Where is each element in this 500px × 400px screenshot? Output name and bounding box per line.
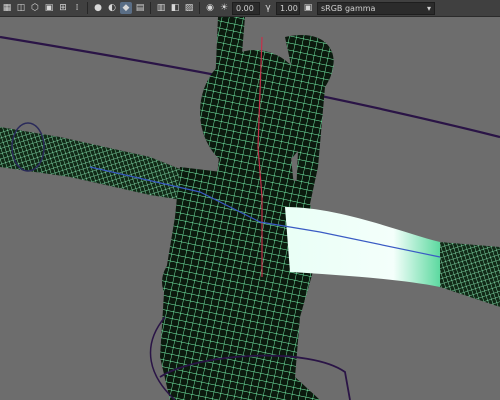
wire-icon[interactable]: ⁞ (71, 2, 83, 14)
exposure-field[interactable]: 0.00 (232, 1, 260, 15)
camera-icon[interactable]: ▤ (134, 2, 146, 14)
colorspace-label: sRGB gamma (321, 3, 376, 13)
chest-mesh[interactable] (162, 242, 278, 322)
chevron-down-icon: ▾ (426, 3, 431, 13)
xray-icon[interactable]: ◐ (106, 2, 118, 14)
smooth-icon[interactable]: ● (92, 2, 104, 14)
viewport-toolbar: ▦ ◫ ⬡ ▣ ⊞ ⁞ ● ◐ ◆ ▤ ▥ ◧ ▨ ◉ ☀ 0.00 γ 1.0… (0, 0, 500, 17)
3d-viewport[interactable] (0, 17, 500, 400)
colorspace-dropdown[interactable]: sRGB gamma ▾ (317, 1, 435, 15)
toolbar-divider (199, 2, 200, 14)
light-icon[interactable]: ▥ (155, 2, 167, 14)
select-icon[interactable]: ▦ (1, 2, 13, 14)
rotate-icon[interactable]: ⬡ (29, 2, 41, 14)
scene-canvas[interactable] (0, 17, 500, 400)
toolbar-divider (150, 2, 151, 14)
move-icon[interactable]: ◫ (15, 2, 27, 14)
maya-viewport-window: ▦ ◫ ⬡ ▣ ⊞ ⁞ ● ◐ ◆ ▤ ▥ ◧ ▨ ◉ ☀ 0.00 γ 1.0… (0, 0, 500, 400)
left-arm-mesh[interactable] (0, 127, 200, 202)
gamma-icon[interactable]: γ (262, 2, 274, 14)
toolbar-divider (87, 2, 88, 14)
isolate-icon[interactable]: ◉ (204, 2, 216, 14)
right-forearm-mesh[interactable] (440, 242, 500, 307)
scale-icon[interactable]: ▣ (43, 2, 55, 14)
gamma-field[interactable]: 1.00 (276, 1, 300, 15)
grid-icon[interactable]: ⊞ (57, 2, 69, 14)
aa-icon[interactable]: ▨ (183, 2, 195, 14)
joint-icon[interactable]: ◆ (120, 2, 132, 14)
colorspace-icon[interactable]: ▣ (302, 2, 314, 14)
exposure-icon[interactable]: ☀ (218, 2, 230, 14)
shadow-icon[interactable]: ◧ (169, 2, 181, 14)
